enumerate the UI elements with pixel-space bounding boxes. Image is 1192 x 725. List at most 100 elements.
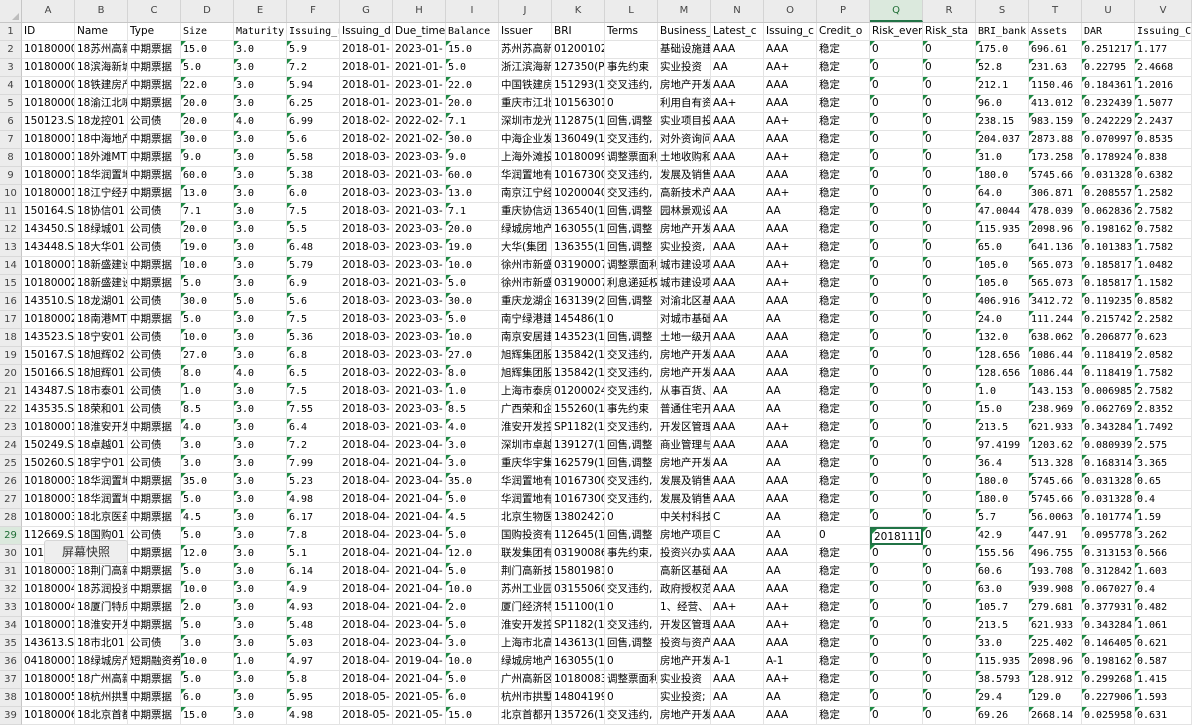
table-cell[interactable]: 利息递延权 (605, 275, 658, 293)
table-cell[interactable]: AAA (711, 671, 764, 689)
table-cell[interactable]: 031900071 (552, 275, 605, 293)
table-cell[interactable]: 212.1 (976, 77, 1029, 95)
table-cell[interactable]: 0 (923, 311, 976, 329)
table-cell[interactable]: 0.215742 (1082, 311, 1135, 329)
table-cell[interactable]: 6.48 (287, 239, 340, 257)
table-cell[interactable]: 496.755 (1029, 545, 1082, 563)
table-cell[interactable]: 143535.SH (22, 401, 75, 419)
table-cell[interactable]: 2021-05- (393, 689, 446, 707)
table-cell[interactable]: 128.656 (976, 365, 1029, 383)
table-cell[interactable]: 2.8352 (1135, 401, 1192, 419)
table-cell[interactable]: 5.36 (287, 329, 340, 347)
table-cell[interactable]: 1.177 (1135, 41, 1192, 59)
table-cell[interactable]: 0.631 (1135, 707, 1192, 725)
table-cell[interactable]: 3.0 (234, 77, 287, 95)
table-cell[interactable]: 2019-04- (393, 653, 446, 671)
table-cell[interactable]: 绿城房地产 (499, 653, 552, 671)
column-header-a[interactable]: A (22, 0, 75, 22)
header-cell[interactable]: Issuing_d (340, 23, 393, 41)
table-cell[interactable]: 151293(14 (552, 77, 605, 95)
table-cell[interactable]: 稳定 (817, 491, 870, 509)
column-header-i[interactable]: I (446, 0, 499, 22)
table-cell[interactable]: 3.0 (234, 347, 287, 365)
table-cell[interactable]: 2021-01- (393, 59, 446, 77)
table-cell[interactable]: 143523(18 (552, 329, 605, 347)
table-cell[interactable]: 4.0 (234, 113, 287, 131)
table-cell[interactable]: 101800059 (22, 689, 75, 707)
table-cell[interactable]: 中期票据 (128, 185, 181, 203)
table-cell[interactable]: 4.98 (287, 707, 340, 725)
table-cell[interactable]: 苏州工业园 (499, 581, 552, 599)
header-cell[interactable]: DAR (1082, 23, 1135, 41)
table-cell[interactable]: 中期票据 (128, 581, 181, 599)
table-cell[interactable]: 2023-03- (393, 239, 446, 257)
table-cell[interactable]: 0 (923, 113, 976, 131)
table-cell[interactable]: 交叉违约, (605, 167, 658, 185)
table-cell[interactable]: 5.0 (446, 617, 499, 635)
header-cell[interactable]: Latest_c (711, 23, 764, 41)
table-cell[interactable]: 公司债 (128, 221, 181, 239)
row-header[interactable]: 30 (0, 545, 22, 563)
table-cell[interactable]: 6.5 (287, 365, 340, 383)
table-cell[interactable]: 房地产开发 (658, 455, 711, 473)
table-cell[interactable]: 1203.62 (1029, 437, 1082, 455)
table-cell[interactable]: 2018-03- (340, 167, 393, 185)
table-cell[interactable]: 0.101383 (1082, 239, 1135, 257)
table-cell[interactable]: 公司债 (128, 437, 181, 455)
table-cell[interactable]: 0.4 (1135, 491, 1192, 509)
table-cell[interactable]: 0 (923, 671, 976, 689)
table-cell[interactable]: 6.0 (287, 185, 340, 203)
table-cell[interactable]: 房地产开发 (658, 347, 711, 365)
table-cell[interactable]: 136049(15 (552, 131, 605, 149)
row-header[interactable]: 38 (0, 689, 22, 707)
table-cell[interactable]: 18滨海新城 (75, 59, 128, 77)
table-cell[interactable]: 中期票据 (128, 419, 181, 437)
table-cell[interactable]: 5745.66 (1029, 167, 1082, 185)
table-cell[interactable]: 18新盛建设 (75, 257, 128, 275)
table-cell[interactable]: 发展及销售 (658, 491, 711, 509)
row-header[interactable]: 19 (0, 347, 22, 365)
table-cell[interactable]: 1、经营、 (658, 599, 711, 617)
table-cell[interactable]: 031550603 (552, 581, 605, 599)
table-cell[interactable]: 18江宁经开 (75, 185, 128, 203)
table-cell[interactable]: 中海企业发 (499, 131, 552, 149)
table-cell[interactable]: AA (711, 383, 764, 401)
table-cell[interactable]: 2021-04- (393, 509, 446, 527)
table-cell[interactable]: 4.93 (287, 599, 340, 617)
table-cell[interactable]: 0 (923, 221, 976, 239)
table-cell[interactable]: 发展及销售 (658, 167, 711, 185)
table-cell[interactable]: 2018-04- (340, 581, 393, 599)
table-cell[interactable]: 6.9 (287, 275, 340, 293)
table-cell[interactable]: 127350(PF (552, 59, 605, 77)
table-cell[interactable]: 2018-05- (340, 707, 393, 725)
table-cell[interactable]: 101800999 (552, 149, 605, 167)
table-cell[interactable]: 普通住宅开 (658, 401, 711, 419)
table-cell[interactable]: AAA (711, 149, 764, 167)
table-cell[interactable]: 96.0 (976, 95, 1029, 113)
table-cell[interactable]: 15.0 (446, 707, 499, 725)
row-header[interactable]: 34 (0, 617, 22, 635)
table-cell[interactable]: 0.178924 (1082, 149, 1135, 167)
table-cell[interactable]: 6.0 (446, 689, 499, 707)
table-cell[interactable]: AAA (764, 491, 817, 509)
table-cell[interactable]: AA+ (764, 599, 817, 617)
table-cell[interactable]: 101800034 (22, 473, 75, 491)
table-cell[interactable]: 2022-02- (393, 113, 446, 131)
table-cell[interactable]: 0.185817 (1082, 275, 1135, 293)
table-cell[interactable]: 5.1 (287, 545, 340, 563)
table-cell[interactable]: 稳定 (817, 167, 870, 185)
table-cell[interactable]: 18市泰01 (75, 383, 128, 401)
table-cell[interactable]: 4.0 (181, 419, 234, 437)
table-cell[interactable]: 3.0 (234, 257, 287, 275)
table-cell[interactable]: AA+ (764, 59, 817, 77)
table-cell[interactable]: 3.0 (234, 689, 287, 707)
table-cell[interactable]: 2098.96 (1029, 653, 1082, 671)
table-cell[interactable]: 2021-04- (393, 455, 446, 473)
table-cell[interactable]: 稳定 (817, 365, 870, 383)
header-cell[interactable]: Terms (605, 23, 658, 41)
table-cell[interactable]: 0 (870, 491, 923, 509)
table-cell[interactable]: 3.0 (234, 437, 287, 455)
table-cell[interactable]: 2021-03- (393, 167, 446, 185)
table-cell[interactable]: 中期票据 (128, 599, 181, 617)
table-cell[interactable]: 10.0 (181, 329, 234, 347)
